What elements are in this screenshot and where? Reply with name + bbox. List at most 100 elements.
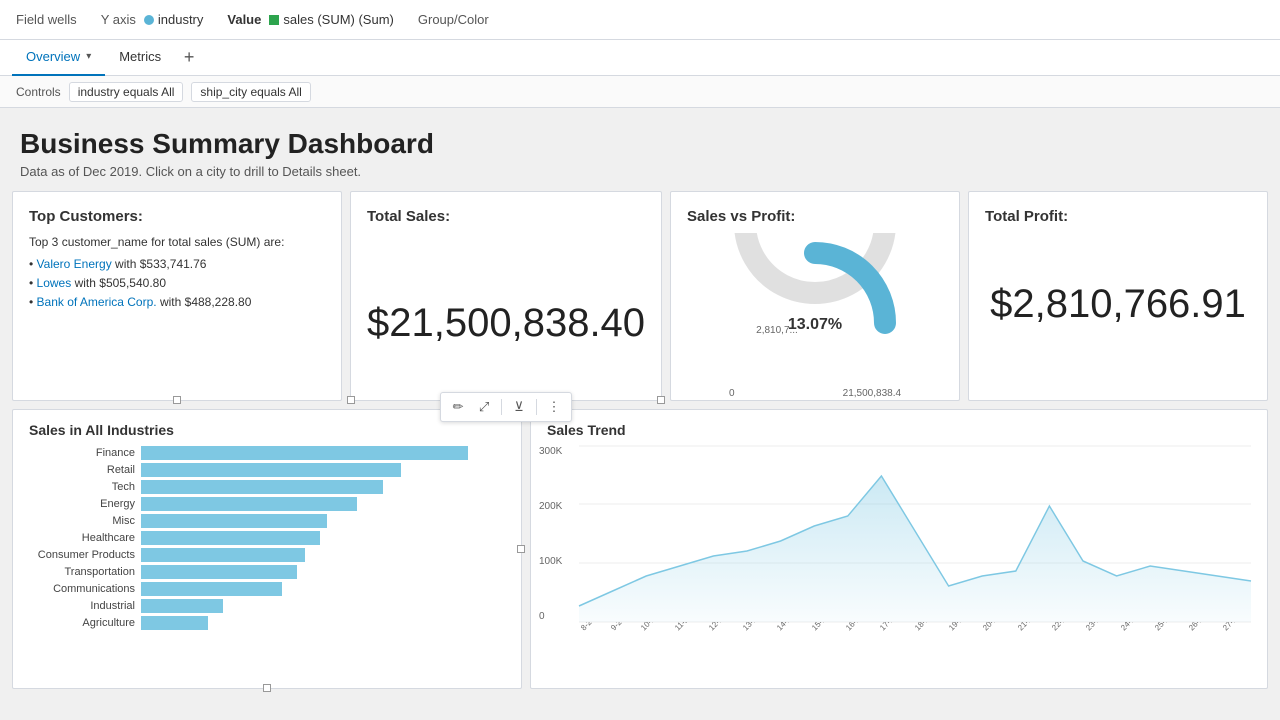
bar-fill[interactable]: [141, 446, 468, 460]
tab-overview-label: Overview: [26, 49, 80, 64]
x-label: 17-2017: [878, 622, 913, 640]
tab-overview[interactable]: Overview ▾: [12, 40, 105, 76]
bar-fill[interactable]: [141, 463, 401, 477]
bar-fill[interactable]: [141, 531, 320, 545]
sales-trend-card: Sales Trend 300K 200K 100K 0: [530, 409, 1268, 689]
bar-track: [141, 497, 513, 511]
total-profit-title: Total Profit:: [985, 208, 1251, 225]
line-chart-container: 300K 200K 100K 0: [539, 446, 1259, 646]
add-tab-button[interactable]: +: [175, 44, 203, 72]
customer-1-value: $533,741.76: [140, 257, 207, 271]
filter-industry[interactable]: industry equals All: [69, 82, 184, 102]
top-customers-list: • Valero Energy with $533,741.76 • Lowes…: [29, 257, 325, 309]
bar-fill[interactable]: [141, 616, 208, 630]
filter-ship-city[interactable]: ship_city equals All: [191, 82, 310, 102]
resize-handle-br[interactable]: [657, 396, 665, 404]
group-color-label: Group/Color: [418, 12, 489, 27]
tab-metrics-label: Metrics: [119, 49, 161, 64]
tabs-bar: Overview ▾ Metrics +: [0, 40, 1280, 76]
x-label: 23-2017: [1084, 622, 1119, 640]
customer-2-amount: with: [75, 276, 100, 290]
bar-fill[interactable]: [141, 480, 383, 494]
y-axis-label: Y axis: [101, 12, 136, 27]
resize-handle[interactable]: [173, 396, 181, 404]
tab-metrics[interactable]: Metrics: [105, 40, 175, 76]
bar-label: Healthcare: [21, 532, 141, 544]
expand-button[interactable]: ⤢: [473, 396, 495, 418]
x-label: 24-2017: [1119, 622, 1154, 640]
donut-svg: 2,810,7... 13.07%: [725, 233, 905, 383]
x-axis-labels: 8-2017 9-2017 10-2017 11-2017 12-2017 13…: [579, 622, 1251, 646]
donut-axis-labels: 0 21,500,838.4: [725, 388, 905, 399]
bar-chart: FinanceRetailTechEnergyMiscHealthcareCon…: [21, 446, 513, 630]
bar-fill[interactable]: [141, 497, 357, 511]
bar-label: Tech: [21, 481, 141, 493]
industries-card: Sales in All Industries FinanceRetailTec…: [12, 409, 522, 689]
bar-track: [141, 480, 513, 494]
industries-title: Sales in All Industries: [21, 422, 513, 438]
x-label: 20-2017: [981, 622, 1016, 640]
customer-3-link[interactable]: Bank of America Corp.: [37, 295, 157, 309]
x-label: 9-2017: [609, 622, 641, 640]
bar-row: Healthcare: [21, 531, 513, 545]
bar-fill[interactable]: [141, 514, 327, 528]
total-profit-card: Total Profit: $2,810,766.91: [968, 191, 1268, 401]
dashboard-area: Business Summary Dashboard Data as of De…: [0, 108, 1280, 720]
customer-1-link[interactable]: Valero Energy: [37, 257, 112, 271]
value-item: Value sales (SUM) (Sum): [227, 12, 393, 27]
bottom-row: Sales in All Industries FinanceRetailTec…: [12, 409, 1268, 689]
customer-3-value: $488,228.80: [185, 295, 252, 309]
resize-handle-bl[interactable]: [347, 396, 355, 404]
value-label: Value: [227, 12, 261, 27]
bar-track: [141, 531, 513, 545]
x-label: 16-2017: [844, 622, 879, 640]
resize-handle-right[interactable]: [517, 545, 525, 553]
y-axis-value: industry: [158, 12, 204, 27]
sales-vs-profit-title: Sales vs Profit:: [687, 208, 943, 225]
line-chart-svg: [579, 446, 1251, 622]
bar-row: Industrial: [21, 599, 513, 613]
bar-row: Energy: [21, 497, 513, 511]
customer-3-amount: with: [160, 295, 185, 309]
total-profit-value: $2,810,766.91: [985, 225, 1251, 384]
filter-button[interactable]: ⊻: [508, 396, 530, 418]
bar-fill[interactable]: [141, 582, 282, 596]
bar-fill[interactable]: [141, 599, 223, 613]
customer-1-amount: with: [115, 257, 140, 271]
x-label: 25-2017: [1153, 622, 1188, 640]
x-label: 15-2017: [810, 622, 845, 640]
bar-track: [141, 463, 513, 477]
field-wells-bar: Field wells Y axis industry Value sales …: [0, 0, 1280, 40]
bar-track: [141, 616, 513, 630]
total-sales-value: $21,500,838.40: [367, 301, 645, 346]
bar-label: Misc: [21, 515, 141, 527]
controls-bar: Controls industry equals All ship_city e…: [0, 76, 1280, 108]
chevron-down-icon: ▾: [86, 51, 91, 62]
bar-track: [141, 548, 513, 562]
x-label: 10-2017: [639, 622, 674, 640]
field-wells-label: Field wells: [16, 12, 77, 27]
list-item: • Valero Energy with $533,741.76: [29, 257, 325, 271]
resize-handle-bottom[interactable]: [263, 684, 271, 692]
x-label: 27-2017: [1221, 622, 1251, 640]
donut-min-label: 0: [729, 388, 735, 399]
bar-row: Consumer Products: [21, 548, 513, 562]
customer-2-link[interactable]: Lowes: [37, 276, 72, 290]
bar-row: Tech: [21, 480, 513, 494]
svg-text:13.07%: 13.07%: [788, 316, 842, 333]
top-customers-desc: Top 3 customer_name for total sales (SUM…: [29, 235, 325, 249]
bar-fill[interactable]: [141, 548, 305, 562]
y-axis-item: Y axis industry: [101, 12, 204, 27]
more-button[interactable]: ⋮: [543, 396, 565, 418]
sales-trend-title: Sales Trend: [539, 422, 1259, 438]
y-axis-labels: 300K 200K 100K 0: [539, 446, 579, 622]
edit-button[interactable]: ✏: [447, 396, 469, 418]
bar-label: Retail: [21, 464, 141, 476]
x-label: 13-2017: [741, 622, 776, 640]
filter-ship-city-text: ship_city equals All: [200, 85, 301, 99]
bar-row: Communications: [21, 582, 513, 596]
total-sales-card: Total Sales: $21,500,838.40 ✏ ⤢ ⊻ ⋮: [350, 191, 662, 401]
x-label: 11-2017: [673, 622, 707, 640]
bar-fill[interactable]: [141, 565, 297, 579]
dashboard-subtitle: Data as of Dec 2019. Click on a city to …: [12, 164, 1268, 191]
